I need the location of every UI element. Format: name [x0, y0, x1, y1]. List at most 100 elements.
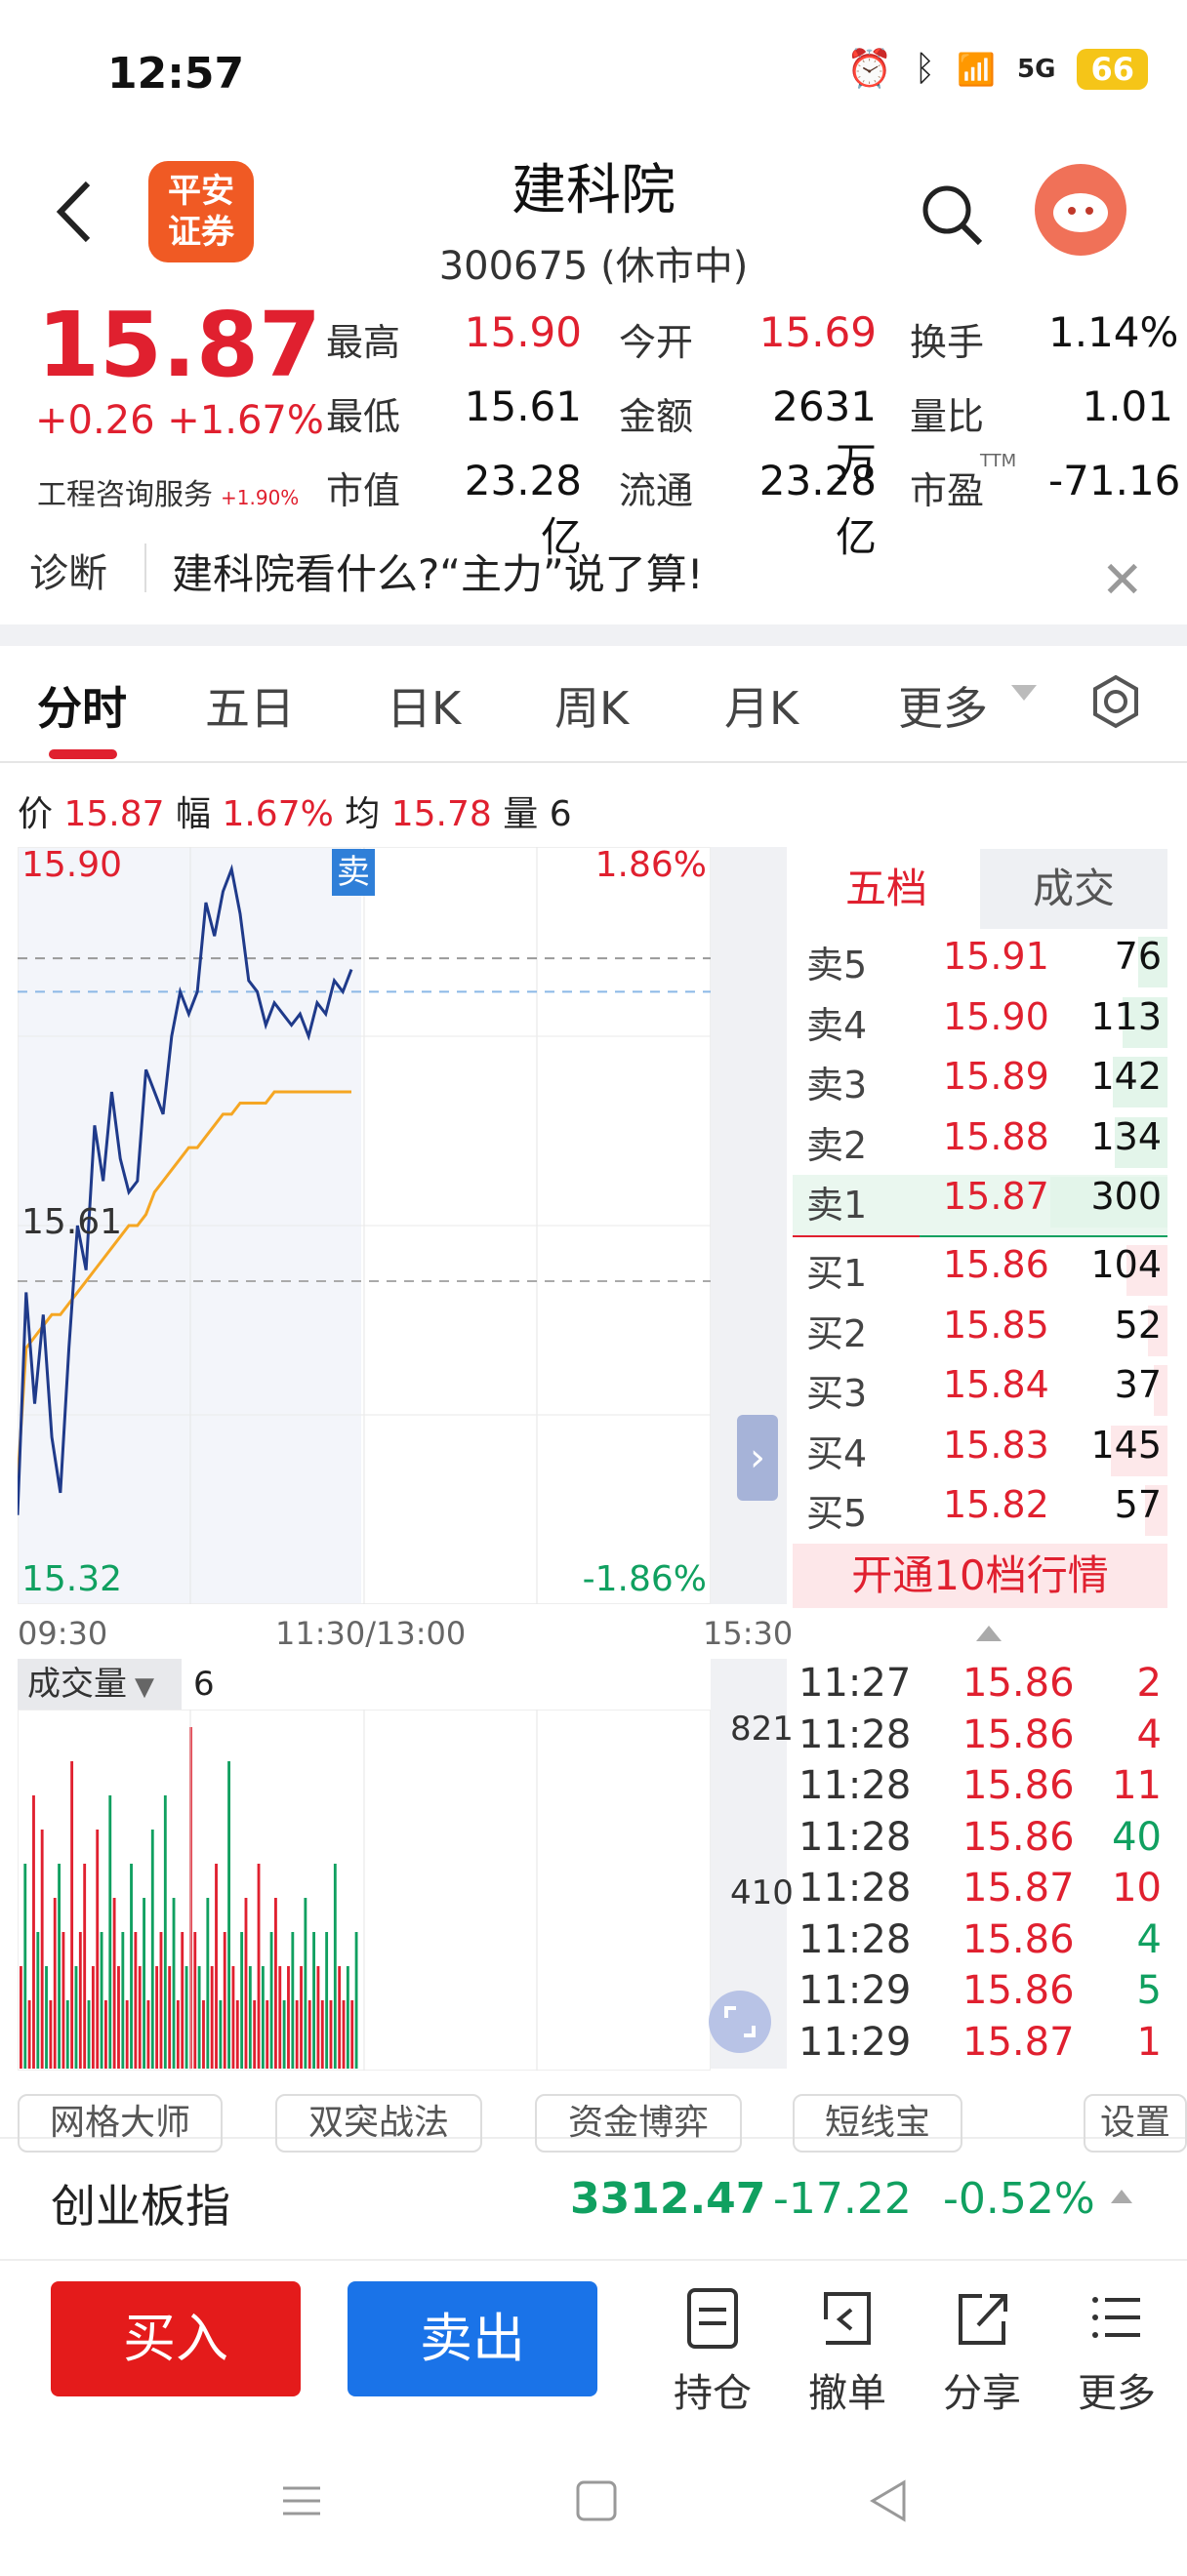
divider: [0, 761, 1187, 763]
expand-chart-button[interactable]: ›: [737, 1415, 778, 1501]
bid-row[interactable]: 买4 15.83 145: [806, 1424, 1167, 1484]
volume-value: 6: [193, 1665, 215, 1704]
bid-row[interactable]: 买3 15.84 37: [806, 1363, 1167, 1424]
bluetooth-icon: ᛒ: [914, 49, 936, 89]
volume-bar: [121, 1932, 125, 2069]
trade-time: 11:28: [798, 1711, 912, 1757]
tool-button[interactable]: 资金博弈: [535, 2094, 742, 2153]
more-button[interactable]: 更多: [1058, 2283, 1175, 2418]
dropdown-arrow-icon[interactable]: [1011, 685, 1037, 701]
scroll-up-icon[interactable]: [976, 1626, 1002, 1641]
volume-bar: [274, 1898, 277, 2069]
volume-bar: [53, 1898, 57, 2069]
volume-bar: [282, 2000, 286, 2069]
quote-label: 市盈: [910, 469, 985, 512]
volume-bar: [181, 1932, 184, 2069]
volume-bar: [333, 1864, 337, 2069]
ask-row[interactable]: 卖1 15.87 300: [793, 1175, 1167, 1235]
recent-apps-icon[interactable]: [279, 2478, 324, 2523]
trade-row: 11:29 15.86 5: [798, 1968, 1167, 2019]
open-10-level-button[interactable]: 开通10档行情: [793, 1544, 1167, 1608]
level-price: 15.89: [943, 1055, 1049, 1098]
pe-ttm-label: TTM: [980, 451, 1017, 471]
positions-label: 持仓: [674, 2371, 752, 2416]
volume-bar: [163, 1795, 167, 2069]
tab-item[interactable]: 五日: [205, 673, 295, 738]
home-icon[interactable]: [574, 2478, 619, 2523]
volume-bar: [20, 1966, 22, 2069]
volume-bar: [295, 2000, 299, 2069]
bid-row[interactable]: 买2 15.85 52: [806, 1304, 1167, 1364]
level-volume: 76: [1114, 935, 1162, 978]
volume-bar: [58, 1864, 61, 2069]
level-label: 卖1: [806, 1184, 868, 1227]
trade-volume: 4: [1136, 1916, 1162, 1962]
volume-bar: [346, 1966, 349, 2069]
bid-row[interactable]: 买1 15.86 104: [806, 1243, 1167, 1304]
tab-item[interactable]: 月K: [724, 673, 798, 738]
volume-bar: [316, 1966, 320, 2069]
ask-row[interactable]: 卖2 15.88 134: [806, 1115, 1167, 1176]
sell-button[interactable]: 卖出: [348, 2281, 597, 2396]
share-label: 分享: [943, 2371, 1021, 2416]
gear-icon[interactable]: [1087, 673, 1144, 730]
tab-item[interactable]: 更多: [898, 673, 988, 738]
index-pct: -0.52%: [943, 2174, 1095, 2224]
level-label: 买3: [806, 1372, 868, 1415]
search-icon[interactable]: [918, 181, 986, 249]
assistant-avatar[interactable]: [1035, 164, 1126, 256]
level-label: 卖5: [806, 944, 868, 986]
level-label: 买5: [806, 1492, 868, 1535]
ask-row[interactable]: 卖5 15.91 76: [806, 935, 1167, 995]
volume-bar: [45, 1966, 48, 2069]
buy-button[interactable]: 买入: [51, 2281, 301, 2396]
cancel-order-button[interactable]: 撤单: [789, 2283, 906, 2418]
industry-sector[interactable]: 工程咨询服务 +1.90%: [37, 470, 299, 513]
share-button[interactable]: 分享: [923, 2283, 1041, 2418]
volume-bar: [287, 1966, 290, 2069]
trade-row: 11:29 15.87 1: [798, 2020, 1167, 2071]
pct-top-label: 1.86%: [594, 845, 707, 885]
level-price: 15.90: [943, 994, 1049, 1038]
level-volume: 104: [1090, 1243, 1162, 1286]
tab-item[interactable]: 周K: [554, 673, 629, 738]
tab-item[interactable]: 分时: [37, 673, 127, 738]
price-label: 价: [18, 794, 54, 834]
orderbook-tabs: 五档 成交: [793, 849, 1167, 929]
bid-row[interactable]: 买5 15.82 57: [806, 1483, 1167, 1544]
index-name: 创业板指: [51, 2180, 230, 2233]
tab-item[interactable]: 日K: [387, 673, 461, 738]
level-label: 买1: [806, 1252, 868, 1295]
price-line: [18, 864, 353, 1515]
ask-row[interactable]: 卖4 15.90 113: [806, 995, 1167, 1056]
level-volume: 300: [1090, 1175, 1162, 1218]
quote-label: 量比: [910, 395, 985, 438]
volume-bar: [269, 1932, 273, 2069]
tab-five-level[interactable]: 五档: [793, 849, 980, 929]
tool-button[interactable]: 短线宝: [793, 2094, 962, 2153]
page-title: 建科院: [512, 159, 675, 222]
volume-bar: [193, 1932, 197, 2069]
sell-marker[interactable]: 卖: [332, 849, 375, 896]
tool-button[interactable]: 设置: [1084, 2094, 1187, 2153]
level-volume: 134: [1090, 1114, 1162, 1158]
volume-selector[interactable]: 成交量 ▼: [18, 1659, 182, 1710]
trade-price: 15.86: [962, 1763, 1075, 1808]
volume-bar: [130, 1864, 133, 2069]
back-nav-icon[interactable]: [867, 2478, 912, 2523]
close-icon[interactable]: ✕: [1101, 551, 1144, 610]
level-label: 买4: [806, 1431, 868, 1475]
tab-trades[interactable]: 成交: [980, 849, 1167, 929]
level-price: 15.88: [943, 1114, 1049, 1158]
expand-up-icon[interactable]: [1111, 2190, 1132, 2203]
tool-button[interactable]: 网格大师: [18, 2094, 223, 2153]
info-vol: 6: [549, 794, 572, 834]
positions-button[interactable]: 持仓: [654, 2283, 771, 2418]
tool-button[interactable]: 双突战法: [275, 2094, 482, 2153]
pct-bottom-label: -1.86%: [582, 1559, 707, 1599]
quote-label: 最高: [326, 321, 401, 364]
diagnosis-text[interactable]: 建科院看什么?“主力”说了算!: [172, 542, 704, 601]
ask-row[interactable]: 卖3 15.89 142: [806, 1055, 1167, 1115]
level-volume: 57: [1114, 1483, 1162, 1526]
fullscreen-button[interactable]: [709, 1991, 771, 2053]
